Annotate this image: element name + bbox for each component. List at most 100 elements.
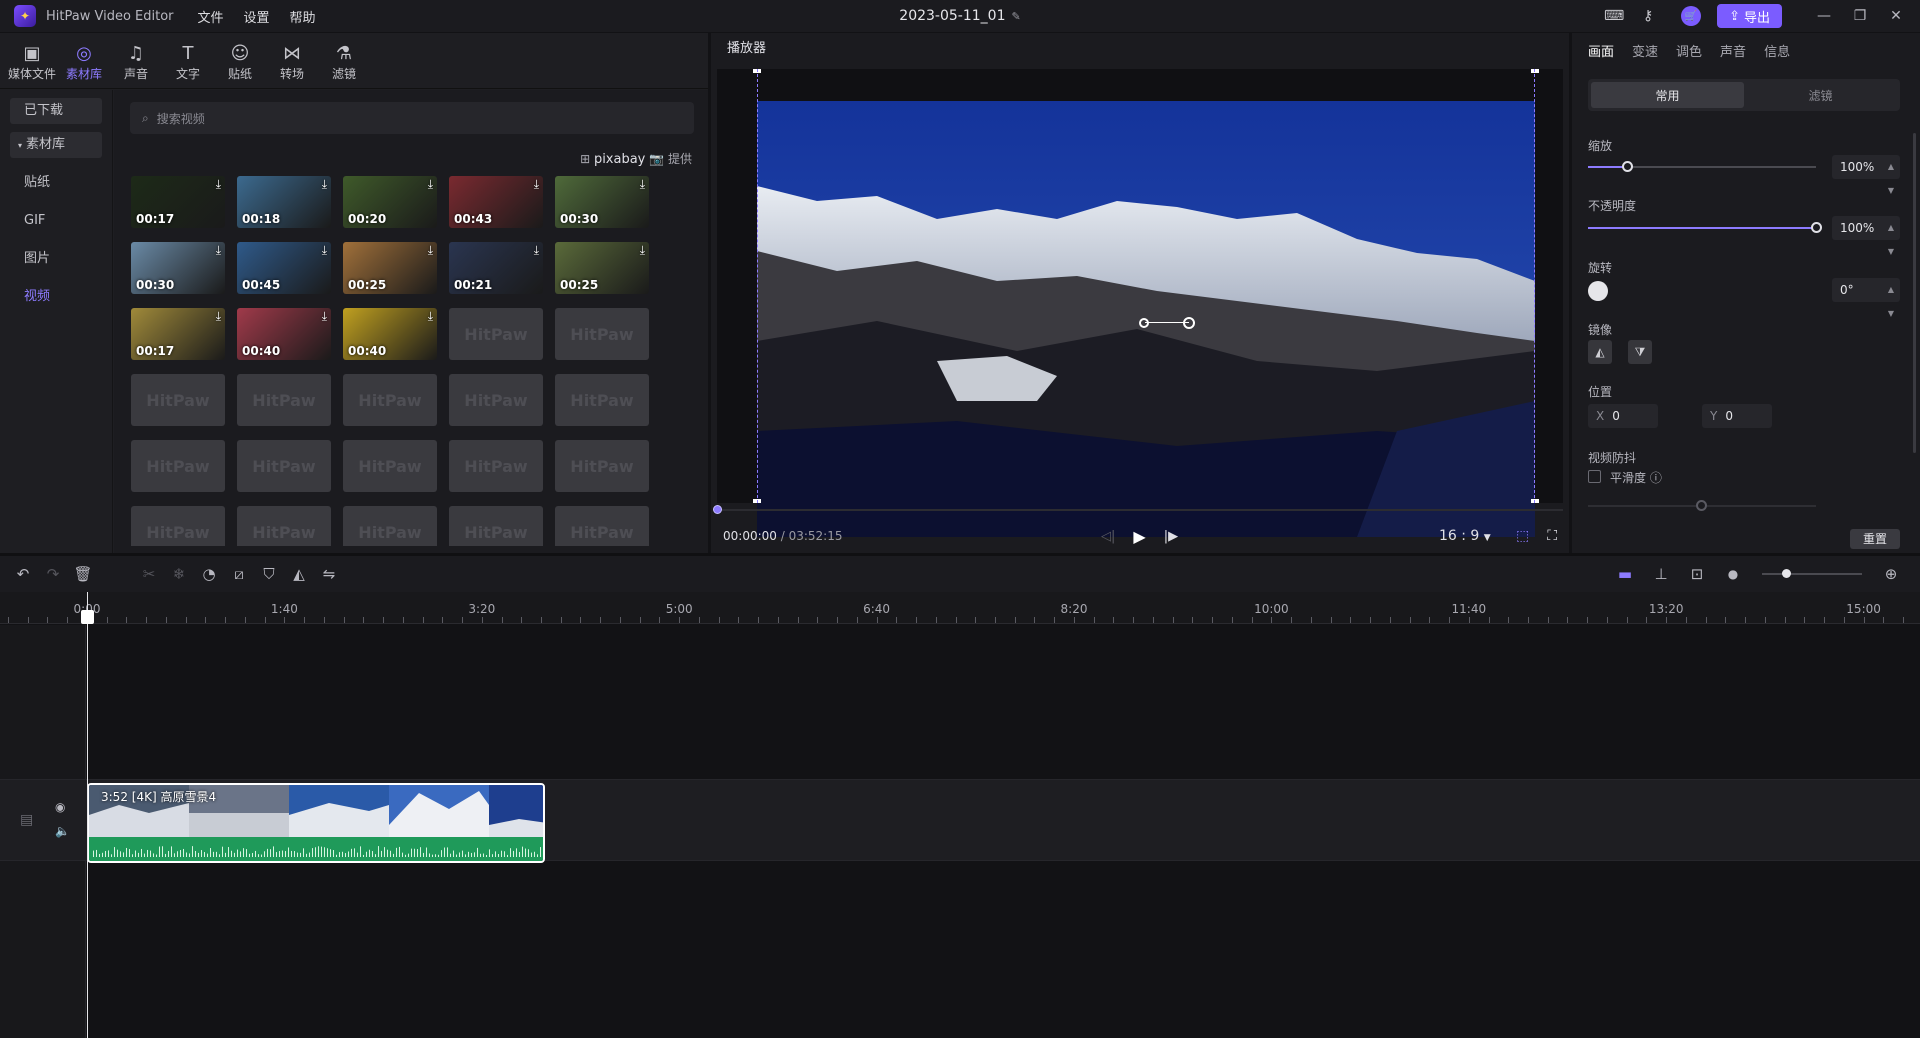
tab-sticker[interactable]: ☺ 贴纸 xyxy=(214,36,266,88)
properties-scrollbar[interactable] xyxy=(1913,133,1916,453)
edit-pencil-icon[interactable]: ✎ xyxy=(1011,10,1020,23)
split-icon[interactable]: ✂ xyxy=(134,559,164,589)
video-thumbnail[interactable]: 00:43 ⤓ xyxy=(449,176,543,228)
tab-sound[interactable]: 声音 xyxy=(1720,41,1746,60)
undo-icon[interactable]: ↶ xyxy=(8,559,38,589)
video-thumbnail[interactable]: 00:17 ⤓ xyxy=(131,176,225,228)
search-input[interactable]: ⌕ 搜索视频 xyxy=(130,102,694,134)
thumbnail-placeholder[interactable]: HitPaw xyxy=(237,506,331,546)
download-icon[interactable]: ⤓ xyxy=(322,243,327,258)
delete-icon[interactable]: 🗑 xyxy=(68,559,98,589)
reset-button[interactable]: 重置 xyxy=(1850,529,1900,549)
zoom-out-icon[interactable]: ● xyxy=(1718,559,1748,589)
video-thumbnail[interactable]: 00:21 ⤓ xyxy=(449,242,543,294)
keyboard-icon[interactable]: ⌨ xyxy=(1597,0,1631,32)
side-gif[interactable]: GIF xyxy=(10,208,102,234)
download-icon[interactable]: ⤓ xyxy=(428,243,433,258)
crop-icon[interactable]: ⧄ xyxy=(224,559,254,589)
player-scrubber[interactable] xyxy=(711,503,1569,514)
thumbnail-placeholder[interactable]: HitPaw xyxy=(555,308,649,360)
tab-library[interactable]: ◎ 素材库 xyxy=(58,36,110,88)
freeze-icon[interactable]: ❄ xyxy=(164,559,194,589)
download-icon[interactable]: ⤓ xyxy=(216,177,221,192)
next-frame-icon[interactable]: |▶ xyxy=(1164,529,1178,544)
thumbnail-placeholder[interactable]: HitPaw xyxy=(555,374,649,426)
menu-file[interactable]: 文件 xyxy=(198,7,224,26)
fullscreen-icon[interactable]: ⛶ xyxy=(1547,528,1557,544)
rotate-dial[interactable] xyxy=(1588,281,1608,301)
tab-speed[interactable]: 变速 xyxy=(1632,41,1658,60)
thumbnail-placeholder[interactable]: HitPaw xyxy=(343,374,437,426)
mirror-icon[interactable]: ◭ xyxy=(284,559,314,589)
thumbnail-placeholder[interactable]: HitPaw xyxy=(449,440,543,492)
video-thumbnail[interactable]: 00:40 ⤓ xyxy=(237,308,331,360)
reverse-icon[interactable]: ⇋ xyxy=(314,559,344,589)
spinner-icon[interactable]: ▲ ▼ xyxy=(1888,216,1894,264)
thumbnail-placeholder[interactable]: HitPaw xyxy=(449,374,543,426)
side-downloaded[interactable]: 已下载 xyxy=(10,98,102,124)
video-thumbnail[interactable]: 00:40 ⤓ xyxy=(343,308,437,360)
side-stickers[interactable]: 贴纸 xyxy=(10,170,102,196)
fit-timeline-icon[interactable]: ⊡ xyxy=(1682,559,1712,589)
download-icon[interactable]: ⤓ xyxy=(534,177,539,192)
cart-icon[interactable]: 🛒 xyxy=(1681,6,1702,26)
thumbnail-placeholder[interactable]: HitPaw xyxy=(131,440,225,492)
key-icon[interactable]: ⚷ xyxy=(1631,0,1665,32)
aspect-ratio-select[interactable]: 16 : 9 ▼ xyxy=(1439,528,1491,544)
speaker-icon[interactable]: 🔈 xyxy=(55,824,70,838)
crop-handle-tr[interactable] xyxy=(1531,69,1539,73)
thumbnail-placeholder[interactable]: HitPaw xyxy=(343,440,437,492)
video-thumbnail[interactable]: 00:30 ⤓ xyxy=(131,242,225,294)
scale-slider[interactable] xyxy=(1588,161,1816,172)
side-videos[interactable]: 视频 xyxy=(10,284,102,310)
visibility-eye-icon[interactable]: ◉ xyxy=(55,800,65,814)
scale-input[interactable]: 100% ▲ ▼ xyxy=(1832,155,1900,195)
thumbnail-placeholder[interactable]: HitPaw xyxy=(449,506,543,546)
tab-media[interactable]: ▣ 媒体文件 xyxy=(6,36,58,88)
video-thumbnail[interactable]: 00:17 ⤓ xyxy=(131,308,225,360)
timeline-ruler[interactable]: 0:001:403:205:006:408:2010:0011:4013:201… xyxy=(0,592,1920,624)
play-button[interactable]: ▶ xyxy=(1133,527,1145,546)
download-icon[interactable]: ⤓ xyxy=(640,243,645,258)
side-library[interactable]: ▾ 素材库 xyxy=(10,132,102,158)
tab-transition[interactable]: ⋈ 转场 xyxy=(266,36,318,88)
flip-horizontal-icon[interactable]: ◭ xyxy=(1588,340,1612,364)
redo-icon[interactable]: ↷ xyxy=(38,559,68,589)
timeline-zoom-slider[interactable] xyxy=(1762,569,1862,578)
seg-filter[interactable]: 滤镜 xyxy=(1744,82,1897,108)
spinner-icon[interactable]: ▲ ▼ xyxy=(1888,155,1894,203)
menu-settings[interactable]: 设置 xyxy=(244,7,270,26)
smooth-checkbox[interactable] xyxy=(1588,470,1601,483)
video-thumbnail[interactable]: 00:25 ⤓ xyxy=(555,242,649,294)
download-icon[interactable]: ⤓ xyxy=(216,243,221,258)
speed-icon[interactable]: ◔ xyxy=(194,559,224,589)
video-thumbnail[interactable]: 00:30 ⤓ xyxy=(555,176,649,228)
thumbnail-placeholder[interactable]: HitPaw xyxy=(555,440,649,492)
flip-vertical-icon[interactable]: ⧩ xyxy=(1628,340,1652,364)
info-icon[interactable]: ⓘ xyxy=(1650,471,1662,485)
thumbnail-placeholder[interactable]: HitPaw xyxy=(449,308,543,360)
tab-text[interactable]: T 文字 xyxy=(162,36,214,88)
video-thumbnail[interactable]: 00:45 ⤓ xyxy=(237,242,331,294)
tab-picture[interactable]: 画面 xyxy=(1588,41,1614,60)
download-icon[interactable]: ⤓ xyxy=(428,177,433,192)
maximize-button[interactable]: ❐ xyxy=(1842,0,1878,32)
thumbnail-placeholder[interactable]: HitPaw xyxy=(237,374,331,426)
zoom-knob[interactable] xyxy=(1782,569,1791,578)
tab-filter[interactable]: ⚗ 滤镜 xyxy=(318,36,370,88)
rotate-input[interactable]: 0° ▲ ▼ xyxy=(1832,278,1900,318)
video-thumbnail[interactable]: 00:20 ⤓ xyxy=(343,176,437,228)
prev-frame-icon[interactable]: ◁| xyxy=(1101,529,1115,544)
minimize-button[interactable]: — xyxy=(1806,0,1842,32)
rotate-handle[interactable] xyxy=(1139,317,1195,329)
spinner-icon[interactable]: ▲ ▼ xyxy=(1888,278,1894,326)
menu-help[interactable]: 帮助 xyxy=(290,7,316,26)
close-button[interactable]: ✕ xyxy=(1878,0,1914,32)
tab-audio[interactable]: ♫ 声音 xyxy=(110,36,162,88)
position-x-input[interactable]: X0 xyxy=(1588,404,1658,428)
thumbnail-placeholder[interactable]: HitPaw xyxy=(131,374,225,426)
seg-common[interactable]: 常用 xyxy=(1591,82,1744,108)
download-icon[interactable]: ⤓ xyxy=(534,243,539,258)
position-y-input[interactable]: Y0 xyxy=(1702,404,1772,428)
tab-info[interactable]: 信息 xyxy=(1764,41,1790,60)
